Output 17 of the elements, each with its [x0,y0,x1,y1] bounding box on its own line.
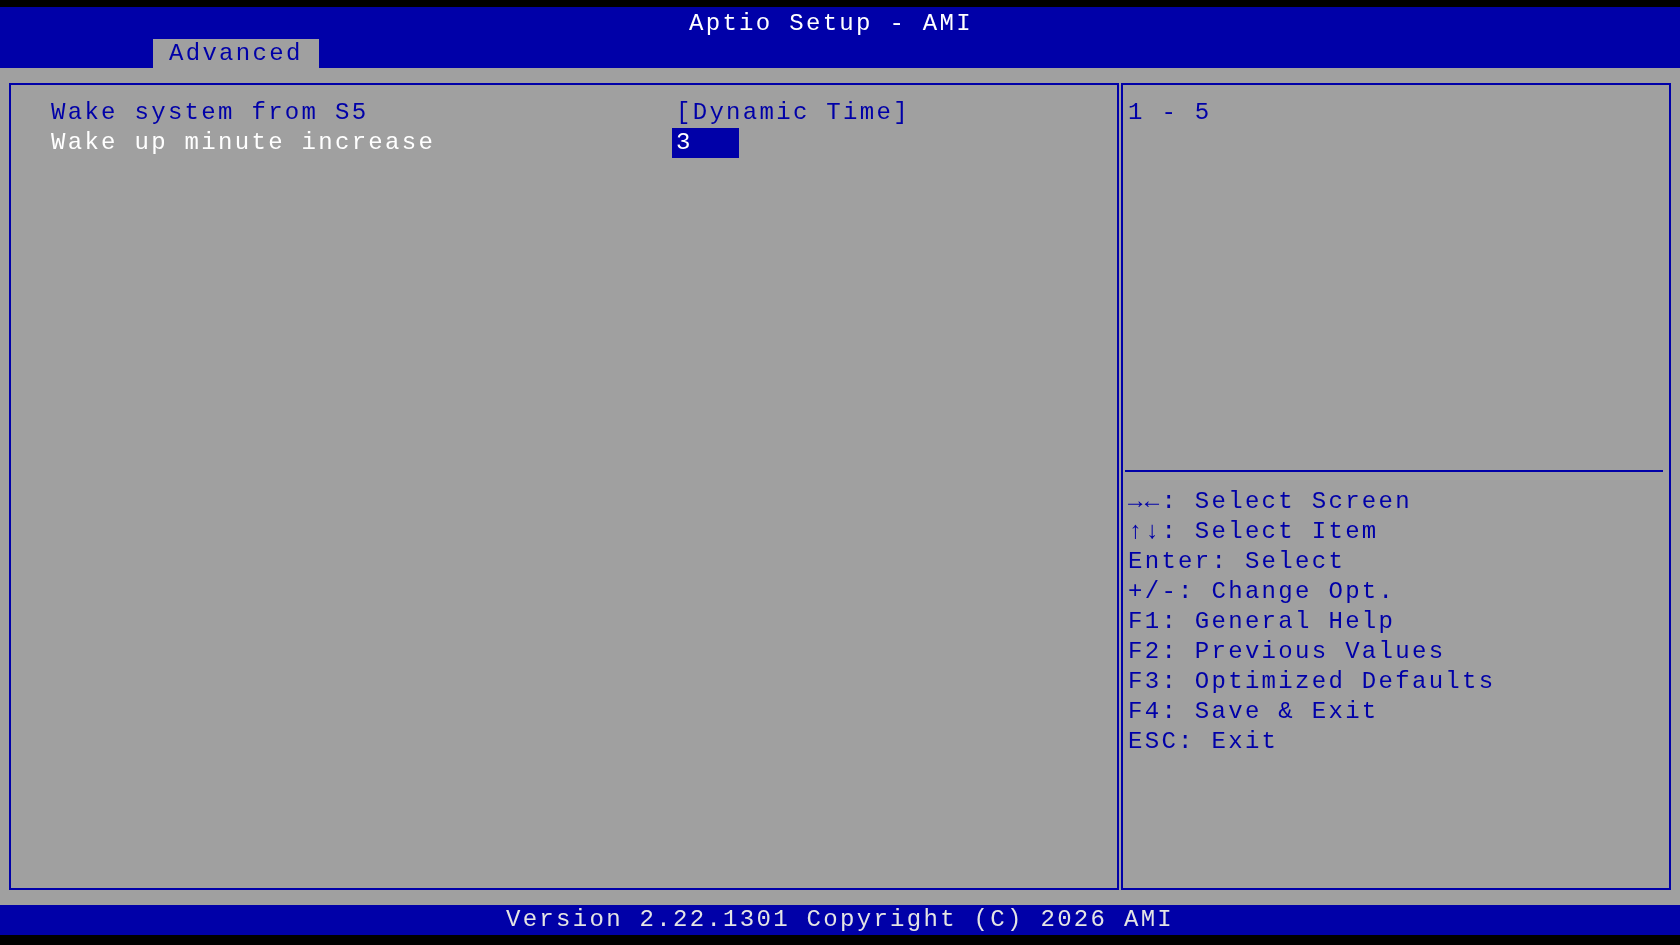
menu-tab[interactable]: Advanced [153,39,319,68]
key-hint: F3: Optimized Defaults [1128,667,1497,697]
setting-label[interactable]: Wake up minute increase [51,128,672,158]
setting-label[interactable]: Wake system from S5 [51,98,672,128]
option-value[interactable]: [Dynamic Time] [672,98,914,128]
key-hint: ↑↓: Select Item [1128,517,1380,547]
key-hint: ESC: Exit [1128,727,1280,757]
number-field[interactable]: 3 [672,128,739,158]
key-hint: +/-: Change Opt. [1128,577,1397,607]
help-text: 1 - 5 [1128,98,1213,128]
key-hint: →←: Select Screen [1128,487,1413,517]
key-hint: F4: Save & Exit [1128,697,1380,727]
key-hint: Enter: Select [1128,547,1347,577]
key-hint: F1: General Help [1128,607,1397,637]
key-hint: F2: Previous Values [1128,637,1447,667]
window-title: Aptio Setup - AMI [689,9,973,39]
version-text: Version 2.22.1301 Copyright (C) 2026 AMI [505,905,1175,935]
